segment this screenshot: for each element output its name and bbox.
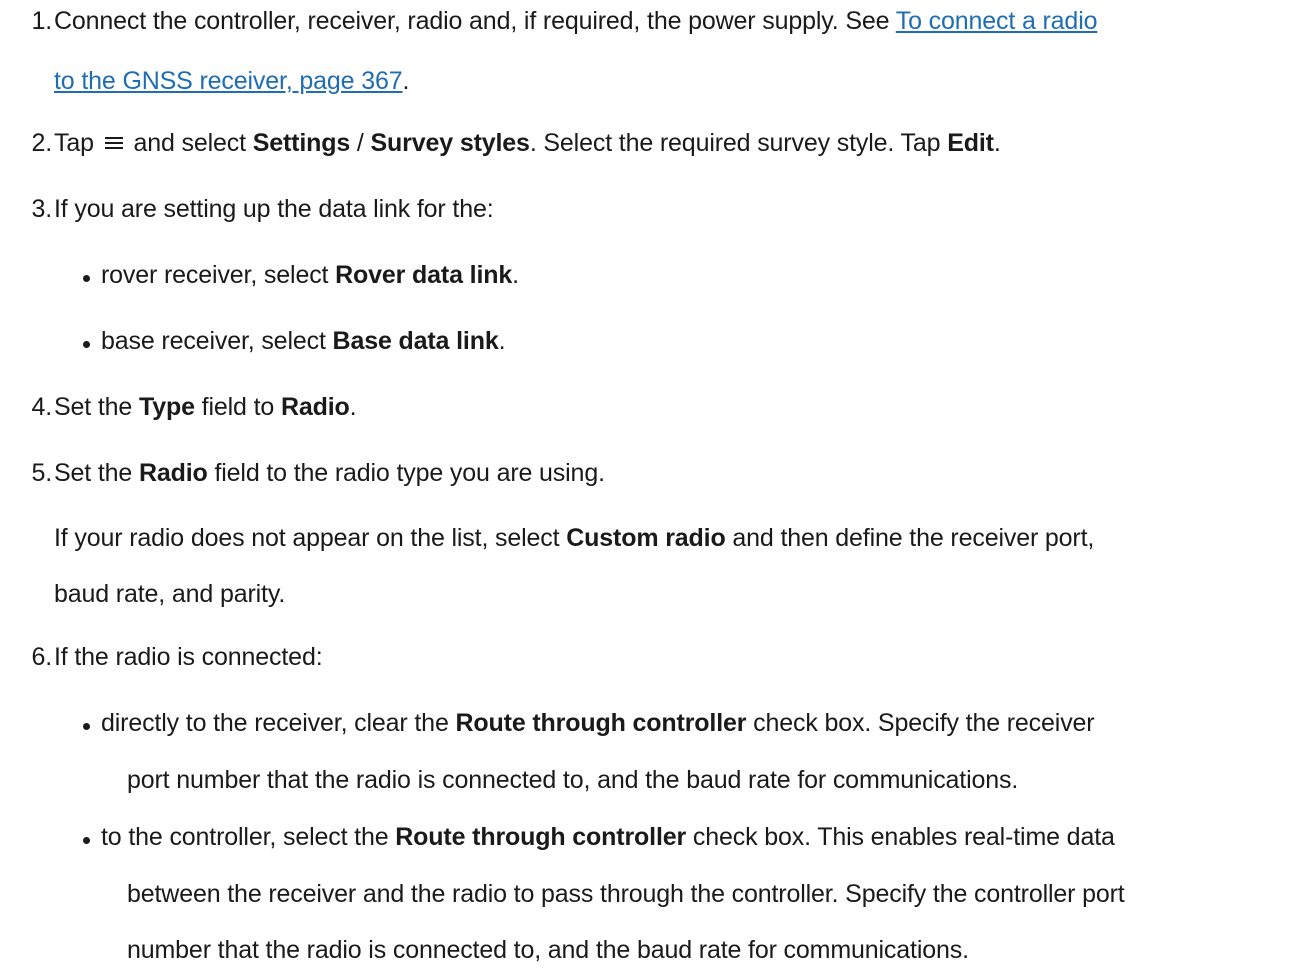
bullet-dot xyxy=(83,275,90,282)
bullet-item-continued: number that the radio is connected to, a… xyxy=(127,936,969,964)
step-text: field to xyxy=(194,393,281,421)
step-text: Set the xyxy=(54,393,139,421)
step-number: 6. xyxy=(31,643,52,671)
step-5-para-line-2: baud rate, and parity. xyxy=(54,580,286,608)
step-number: 3. xyxy=(31,195,52,223)
type-label: Type xyxy=(138,393,195,421)
step-text: . xyxy=(993,129,1001,157)
rover-data-link-label: Rover data link xyxy=(335,261,513,289)
route-through-controller-label: Route through controller xyxy=(455,709,747,737)
bullet-text: check box. Specify the receiver xyxy=(746,709,1095,737)
hamburger-menu-icon xyxy=(104,136,123,149)
edit-label: Edit xyxy=(947,129,994,157)
bullet-text: directly to the receiver, clear the xyxy=(101,709,456,737)
step-text: Set the xyxy=(54,459,139,487)
step-text: Tap xyxy=(54,129,101,157)
bullet-item-continued: between the receiver and the radio to pa… xyxy=(127,880,1125,908)
step-6-line: If the radio is connected: xyxy=(54,643,323,671)
bullet-item: to the controller, select the Route thro… xyxy=(101,821,1115,853)
step-1-line-2: to the GNSS receiver, page 367. xyxy=(54,65,409,97)
survey-styles-label: Survey styles xyxy=(370,129,530,157)
step-number: 4. xyxy=(31,393,52,421)
step-number: 2. xyxy=(31,129,52,157)
step-5-para-line-1: If your radio does not appear on the lis… xyxy=(54,522,1094,554)
step-2-line: Tap and select Settings / Survey styles.… xyxy=(54,127,1001,159)
connect-radio-link-continued[interactable]: to the GNSS receiver, page 367 xyxy=(54,67,403,95)
bullet-dot xyxy=(83,341,90,348)
step-text: and then define the receiver port, xyxy=(725,524,1095,552)
bullet-dot xyxy=(83,837,90,844)
step-text: field to the radio type you are using. xyxy=(207,459,605,487)
bullet-item: rover receiver, select Rover data link. xyxy=(101,259,519,291)
step-4-line: Set the Type field to Radio. xyxy=(54,391,357,423)
bullet-text: . xyxy=(498,327,506,355)
step-3-line: If you are setting up the data link for … xyxy=(54,195,494,223)
step-text: / xyxy=(350,129,371,157)
step-text: If your radio does not appear on the lis… xyxy=(54,524,567,552)
bullet-text: to the controller, select the xyxy=(101,823,396,851)
step-number: 5. xyxy=(31,459,52,487)
radio-value-label: Radio xyxy=(280,393,350,421)
bullet-text: base receiver, select xyxy=(101,327,333,355)
step-text: . xyxy=(402,67,410,95)
step-text: . Select the required survey style. Tap xyxy=(529,129,948,157)
step-number: 1. xyxy=(31,7,52,35)
step-text: . xyxy=(349,393,357,421)
radio-field-label: Radio xyxy=(138,459,208,487)
base-data-link-label: Base data link xyxy=(332,327,499,355)
custom-radio-label: Custom radio xyxy=(566,524,726,552)
step-5-line: Set the Radio field to the radio type yo… xyxy=(54,457,605,489)
bullet-dot xyxy=(83,723,90,730)
bullet-item-continued: port number that the radio is connected … xyxy=(127,766,1019,794)
bullet-item: directly to the receiver, clear the Rout… xyxy=(101,707,1095,739)
step-text: Connect the controller, receiver, radio … xyxy=(54,7,896,35)
bullet-text: . xyxy=(512,261,519,289)
step-text: and select xyxy=(126,129,253,157)
settings-label: Settings xyxy=(252,129,351,157)
bullet-text: check box. This enables real-time data xyxy=(686,823,1115,851)
bullet-text: rover receiver, select xyxy=(101,261,336,289)
route-through-controller-label: Route through controller xyxy=(395,823,687,851)
connect-radio-link[interactable]: To connect a radio xyxy=(896,7,1098,35)
bullet-item: base receiver, select Base data link. xyxy=(101,325,506,357)
step-1-line-1: Connect the controller, receiver, radio … xyxy=(54,5,1098,37)
